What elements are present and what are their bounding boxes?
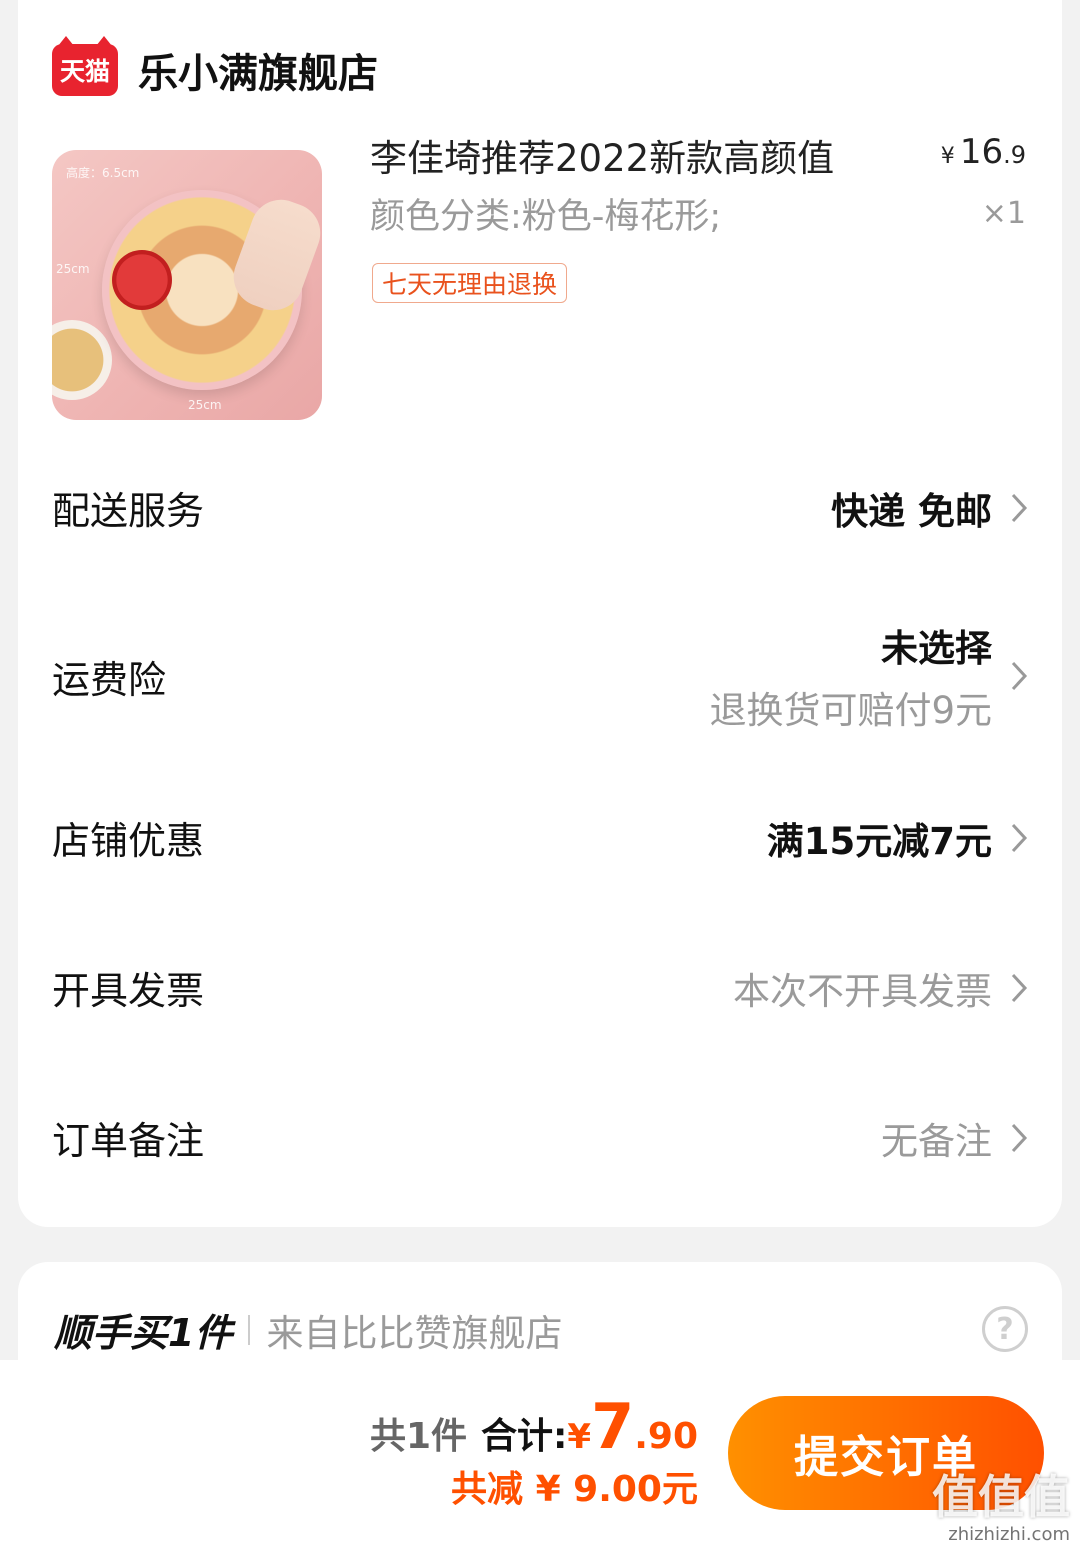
- total-integer: 7: [591, 1390, 635, 1463]
- shipping-insurance-status: 未选择: [881, 627, 992, 670]
- tmall-logo: 天猫: [52, 36, 118, 96]
- chevron-right-icon: [998, 660, 1028, 692]
- item-count: 共1件: [369, 1416, 467, 1457]
- chevron-right-icon: [998, 822, 1028, 854]
- order-card: 天猫 乐小满旗舰店 高度：6.5cm 25cm 25cm 李佳埼推荐2022新款…: [18, 0, 1062, 1227]
- addon-source-shop: 来自比比赞旗舰店: [266, 1311, 563, 1355]
- order-note-value: 无备注: [881, 1119, 992, 1163]
- addon-header: 顺手买1件 来自比比赞旗舰店: [54, 1302, 562, 1357]
- discount-total[interactable]: 共减 ¥ 9.00元: [451, 1460, 698, 1512]
- chevron-right-icon: [998, 972, 1028, 1004]
- shipping-insurance-sub: 退换货可赔付9元: [709, 689, 992, 732]
- store-discount-row[interactable]: 店铺优惠 满15元减7元: [52, 810, 1028, 865]
- total-label: 合计:: [481, 1416, 568, 1457]
- watermark: 值值值 zhizhizhi.com: [932, 1474, 1070, 1544]
- store-discount-label: 店铺优惠: [52, 819, 205, 863]
- watermark-url: zhizhizhi.com: [948, 1524, 1070, 1545]
- invoice-value: 本次不开具发票: [733, 969, 992, 1013]
- total-decimal: .90: [634, 1416, 698, 1457]
- store-discount-value: 满15元减7元: [766, 819, 992, 863]
- return-policy-badge: 七天无理由退换: [372, 263, 568, 303]
- chevron-right-icon: [998, 1122, 1028, 1154]
- product-image[interactable]: 高度：6.5cm 25cm 25cm: [52, 150, 322, 420]
- side-dimension-label: 25cm: [56, 262, 90, 276]
- bottom-dimension-label: 25cm: [188, 398, 222, 412]
- price-currency: ¥: [940, 144, 955, 169]
- order-note-row[interactable]: 订单备注 无备注: [52, 1110, 1028, 1165]
- total-currency: ¥: [567, 1417, 592, 1457]
- checkout-bar: 共1件 合计: ¥ 7 .90 共减 ¥ 9.00元 提交订单 值值值 zhiz…: [0, 1360, 1080, 1552]
- product-price: ¥ 16.9: [941, 132, 1026, 172]
- shop-name[interactable]: 乐小满旗舰店: [138, 41, 378, 99]
- shipping-insurance-value: 未选择 退换货可赔付9元: [709, 618, 992, 734]
- delivery-row[interactable]: 配送服务 快递 免邮: [52, 480, 1028, 535]
- height-dimension-label: 高度：6.5cm: [66, 166, 140, 180]
- invoice-label: 开具发票: [52, 969, 205, 1013]
- order-note-label: 订单备注: [52, 1119, 205, 1163]
- product-spec: 颜色分类:粉色-梅花形;: [370, 197, 722, 237]
- price-integer: 16: [959, 132, 1004, 172]
- price-decimal: .9: [1003, 141, 1026, 169]
- product-title[interactable]: 李佳埼推荐2022新款高颜值: [370, 128, 834, 182]
- shipping-insurance-row[interactable]: 运费险 未选择 退换货可赔付9元: [52, 618, 1028, 734]
- strawberry-decoration: [112, 250, 172, 310]
- watermark-text: 值值值: [932, 1470, 1070, 1524]
- shop-header[interactable]: 天猫 乐小满旗舰店: [52, 36, 378, 100]
- total-summary: 共1件 合计: ¥ 7 .90: [370, 1390, 698, 1463]
- addon-title: 顺手买1件: [54, 1311, 233, 1355]
- help-icon[interactable]: ?: [982, 1306, 1028, 1352]
- chevron-right-icon: [998, 492, 1028, 524]
- cup-decoration: [52, 320, 112, 400]
- delivery-label: 配送服务: [52, 489, 205, 533]
- divider: [248, 1314, 251, 1345]
- shipping-insurance-label: 运费险: [52, 657, 167, 702]
- product-quantity: ×1: [981, 196, 1026, 231]
- invoice-row[interactable]: 开具发票 本次不开具发票: [52, 960, 1028, 1015]
- delivery-value: 快递 免邮: [831, 489, 992, 533]
